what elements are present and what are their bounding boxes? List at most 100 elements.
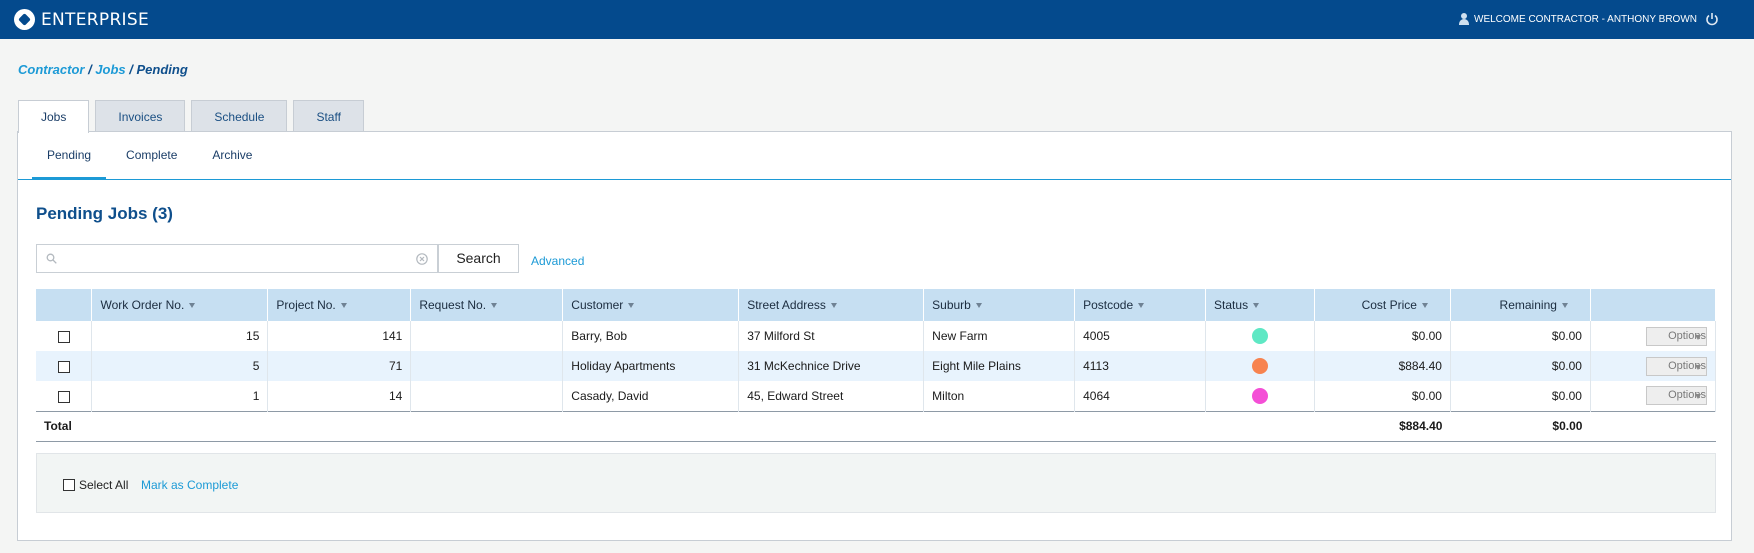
cell-cost-price: $0.00 [1314, 321, 1451, 351]
options-dropdown[interactable]: Options [1646, 326, 1707, 346]
cell-work-order: 5 [91, 351, 269, 381]
user-icon [1458, 13, 1470, 25]
mark-complete-link[interactable]: Mark as Complete [141, 478, 238, 492]
cell-street-address: 31 McKechnice Drive [738, 351, 925, 381]
cell-suburb: Milton [923, 381, 1076, 411]
header-options [1590, 289, 1717, 321]
search-icon [46, 253, 57, 264]
header-postcode[interactable]: Postcode [1074, 289, 1207, 321]
table-row[interactable]: 1 14 Casady, David 45, Edward Street Mil… [36, 381, 1717, 411]
cell-customer: Holiday Apartments [562, 351, 740, 381]
clear-icon[interactable] [416, 253, 428, 265]
power-icon[interactable] [1704, 11, 1720, 27]
header-cost-price[interactable]: Cost Price [1314, 289, 1451, 321]
select-all-checkbox[interactable] [63, 479, 75, 491]
total-remaining: $0.00 [1450, 410, 1591, 442]
tab-invoices[interactable]: Invoices [95, 100, 186, 132]
breadcrumb-current: Pending [136, 62, 188, 77]
subtabs-divider [18, 179, 1731, 180]
sort-arrow-icon [628, 303, 635, 309]
cell-work-order: 1 [91, 381, 269, 411]
table-header-row: Work Order No. Project No. Request No. C… [36, 289, 1717, 321]
chevron-down-icon [1695, 364, 1701, 370]
sort-arrow-icon [1421, 303, 1428, 309]
cell-street-address: 37 Milford St [738, 321, 925, 351]
logo[interactable]: ENTERPRISE [14, 9, 149, 30]
cell-remaining: $0.00 [1450, 351, 1591, 381]
cell-status [1205, 381, 1315, 411]
options-dropdown[interactable]: Options [1646, 356, 1707, 376]
row-checkbox[interactable] [57, 330, 70, 343]
cell-status [1205, 351, 1315, 381]
sort-arrow-icon [975, 303, 982, 309]
cell-postcode: 4113 [1074, 351, 1207, 381]
status-dot [1252, 328, 1269, 344]
status-dot [1252, 387, 1269, 404]
breadcrumb-separator: / [84, 62, 96, 77]
total-cost-price: $884.40 [1314, 410, 1451, 442]
header-remaining[interactable]: Remaining [1450, 289, 1591, 321]
cell-work-order: 15 [91, 321, 269, 351]
breadcrumb-contractor[interactable]: Contractor [18, 62, 84, 77]
table-row[interactable]: 5 71 Holiday Apartments 31 McKechnice Dr… [36, 351, 1717, 381]
sort-arrow-icon [1253, 303, 1260, 309]
sort-arrow-icon [189, 303, 196, 309]
logo-icon [14, 9, 35, 30]
status-dot [1252, 358, 1269, 374]
header-customer[interactable]: Customer [562, 289, 740, 321]
cell-cost-price: $884.40 [1314, 351, 1451, 381]
cell-project: 71 [267, 351, 412, 381]
row-checkbox[interactable] [57, 390, 70, 403]
chevron-down-icon [1695, 334, 1701, 340]
total-row: Total $884.40 $0.00 [36, 410, 1716, 442]
cell-remaining: $0.00 [1450, 381, 1591, 411]
sort-arrow-icon [1138, 303, 1145, 309]
header-select [36, 289, 93, 321]
jobs-table: Work Order No. Project No. Request No. C… [36, 289, 1717, 442]
header-suburb[interactable]: Suburb [923, 289, 1076, 321]
top-bar: ENTERPRISE WELCOME CONTRACTOR - ANTHONY … [0, 0, 1754, 39]
breadcrumb: Contractor / Jobs / Pending [18, 62, 188, 77]
advanced-search-link[interactable]: Advanced [531, 254, 584, 268]
search-input[interactable] [36, 244, 438, 273]
cell-request [410, 381, 564, 411]
cell-suburb: New Farm [923, 321, 1076, 351]
sort-arrow-icon [830, 303, 837, 309]
user-welcome[interactable]: WELCOME CONTRACTOR - ANTHONY BROWN [1458, 13, 1697, 25]
select-all-label: Select All [79, 478, 129, 492]
total-label: Total [36, 410, 268, 442]
breadcrumb-separator: / [125, 62, 137, 77]
welcome-text: WELCOME CONTRACTOR - ANTHONY BROWN [1474, 13, 1697, 25]
header-project[interactable]: Project No. [267, 289, 412, 321]
header-status[interactable]: Status [1205, 289, 1315, 321]
cell-project: 14 [267, 381, 412, 411]
cell-project: 141 [267, 321, 412, 351]
subtab-complete[interactable]: Complete [111, 132, 192, 180]
page-title: Pending Jobs (3) [36, 204, 173, 223]
jobs-panel: Pending Complete Archive Pending Jobs (3… [17, 131, 1732, 541]
cell-postcode: 4005 [1074, 321, 1207, 351]
cell-status [1205, 321, 1315, 351]
cell-request [410, 351, 564, 381]
select-all[interactable]: Select All [63, 478, 128, 492]
table-row[interactable]: 15 141 Barry, Bob 37 Milford St New Farm… [36, 321, 1717, 351]
tab-staff[interactable]: Staff [293, 100, 364, 132]
cell-street-address: 45, Edward Street [738, 381, 925, 411]
sort-arrow-icon [491, 303, 498, 309]
header-request[interactable]: Request No. [410, 289, 564, 321]
cell-postcode: 4064 [1074, 381, 1207, 411]
tab-jobs[interactable]: Jobs [18, 100, 90, 133]
header-street-address[interactable]: Street Address [738, 289, 925, 321]
options-dropdown[interactable]: Options [1646, 386, 1707, 406]
subtab-archive[interactable]: Archive [197, 132, 267, 180]
chevron-down-icon [1695, 394, 1701, 400]
sub-tabs: Pending Complete Archive [32, 132, 272, 180]
subtab-pending[interactable]: Pending [32, 132, 107, 180]
breadcrumb-jobs[interactable]: Jobs [95, 62, 125, 77]
search-button[interactable]: Search [438, 244, 519, 273]
sort-arrow-icon [1561, 303, 1568, 309]
bulk-actions-bar: Select All Mark as Complete [36, 453, 1716, 513]
row-checkbox[interactable] [57, 360, 70, 373]
header-work-order[interactable]: Work Order No. [91, 289, 269, 321]
tab-schedule[interactable]: Schedule [191, 100, 288, 132]
